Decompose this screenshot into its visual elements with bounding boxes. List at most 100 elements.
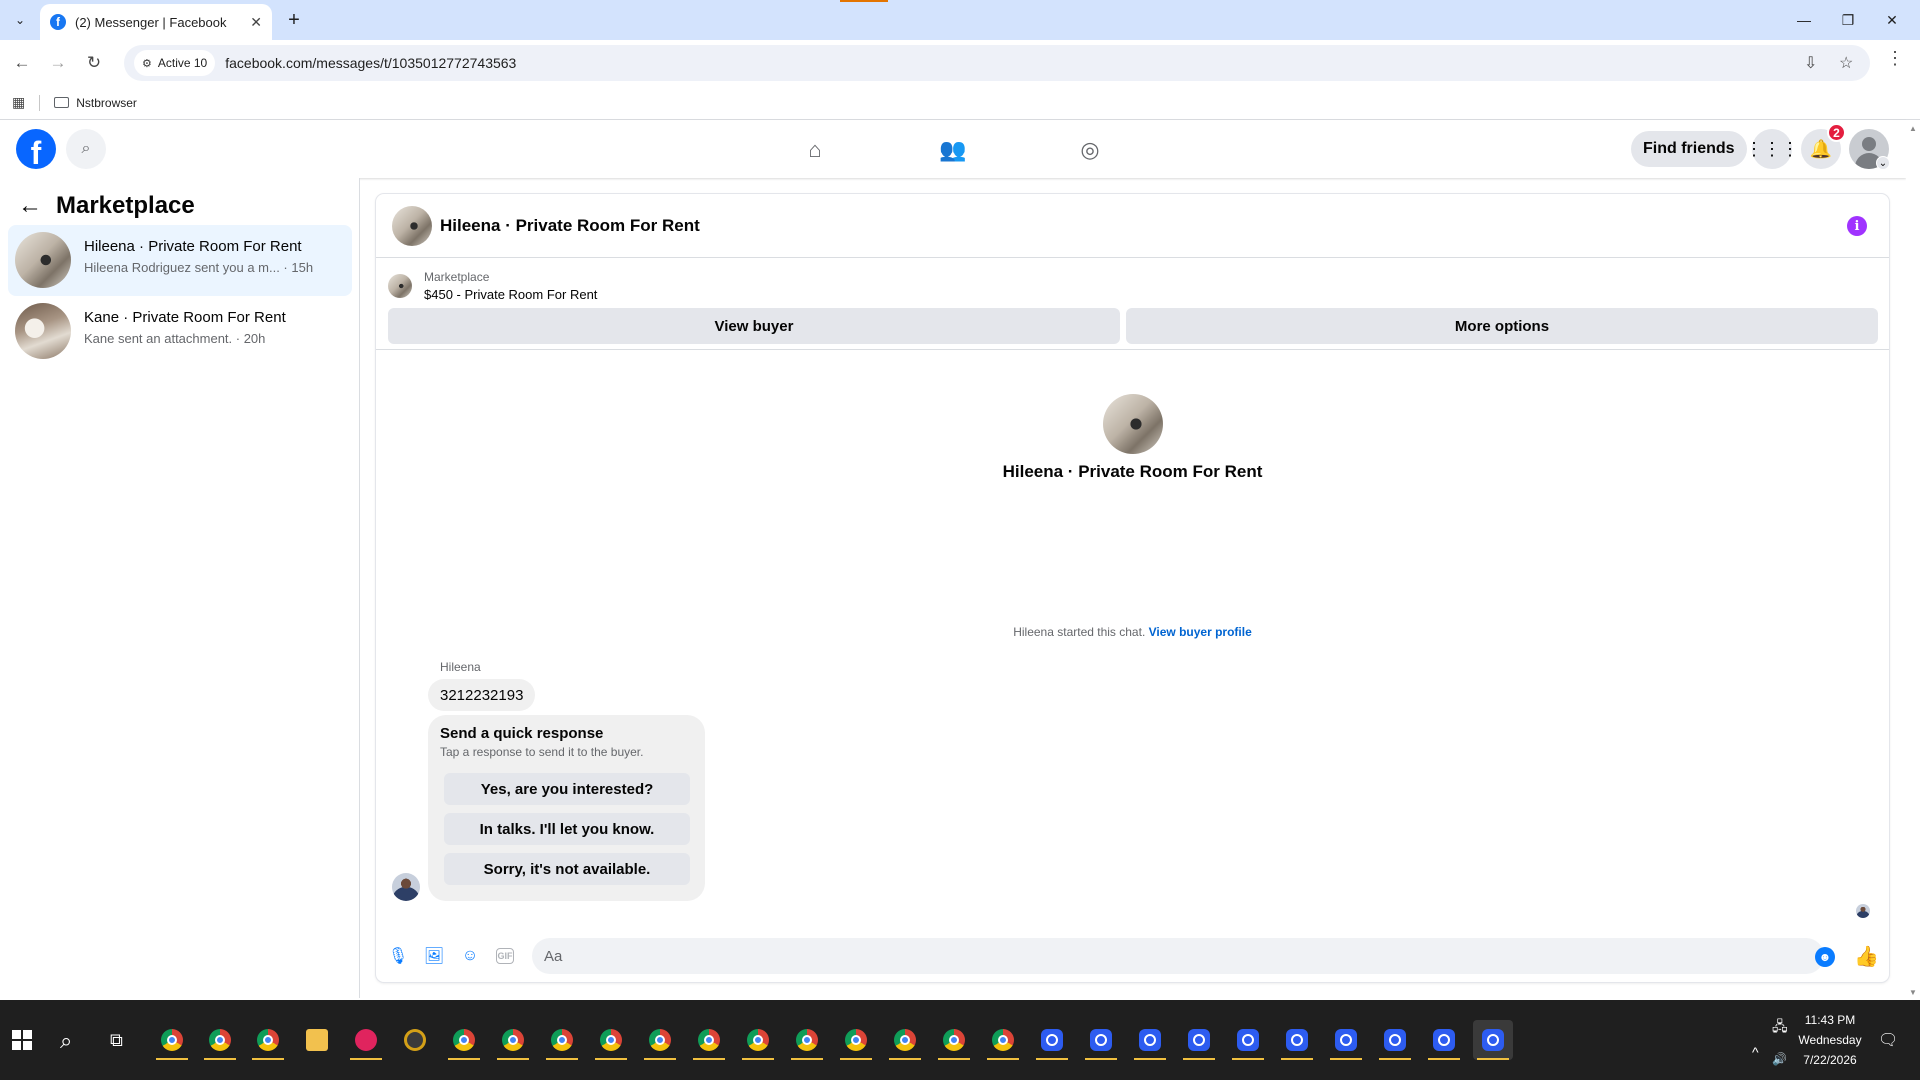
url-text[interactable]: facebook.com/messages/t/1035012772743563: [225, 55, 516, 71]
browser-menu-icon[interactable]: ⋮: [1886, 48, 1904, 69]
scroll-down-arrow-icon[interactable]: ▼: [1909, 988, 1917, 997]
view-buyer-profile-link[interactable]: View buyer profile: [1149, 625, 1252, 639]
chat-title[interactable]: Hileena · Private Room For Rent: [440, 216, 700, 236]
taskbar-chrome-icon[interactable]: [248, 1020, 288, 1060]
install-app-icon[interactable]: ⇩: [1804, 53, 1817, 73]
xbox-icon: [404, 1029, 426, 1051]
running-indicator: [938, 1058, 970, 1060]
restore-icon[interactable]: ❐: [1826, 6, 1870, 34]
nstbrowser-icon: [1090, 1029, 1112, 1051]
apps-grid-icon[interactable]: ▦: [12, 94, 25, 111]
reload-icon[interactable]: ↻: [82, 51, 106, 75]
microphone-icon[interactable]: 🎙: [388, 946, 408, 966]
conversation-name: Hileena · Private Room For Rent: [84, 238, 302, 255]
taskbar-chrome-icon[interactable]: [934, 1020, 974, 1060]
gif-icon[interactable]: GIF: [496, 948, 514, 964]
taskbar-file-explorer-icon[interactable]: [297, 1020, 337, 1060]
taskbar-nstbrowser-icon[interactable]: [1130, 1020, 1170, 1060]
friends-icon[interactable]: 👥: [937, 134, 969, 166]
taskbar-chrome-icon[interactable]: [983, 1020, 1023, 1060]
thumbs-up-icon[interactable]: 👍: [1854, 944, 1879, 969]
back-arrow-icon[interactable]: ←: [10, 51, 34, 75]
quick-reply-interested[interactable]: Yes, are you interested?: [444, 773, 690, 805]
sticker-icon[interactable]: ☺: [460, 946, 480, 966]
taskbar-chrome-icon[interactable]: [836, 1020, 876, 1060]
windows-start-icon[interactable]: [12, 1030, 32, 1050]
window-close-icon[interactable]: ✕: [1870, 6, 1914, 34]
taskbar-chrome-icon[interactable]: [444, 1020, 484, 1060]
photo-icon[interactable]: 🖼: [424, 946, 444, 966]
forward-arrow-icon[interactable]: →: [46, 51, 70, 75]
taskbar-nstbrowser-icon-active[interactable]: [1473, 1020, 1513, 1060]
network-icon[interactable]: 🖧: [1772, 1016, 1788, 1040]
tab-search-chevron-icon[interactable]: ⌄: [8, 8, 32, 32]
taskbar-chrome-icon[interactable]: [640, 1020, 680, 1060]
taskbar-chrome-icon[interactable]: [493, 1020, 533, 1060]
tray-chevron-up-icon[interactable]: ^: [1752, 1044, 1759, 1060]
chrome-icon: [502, 1029, 524, 1051]
conversation-item-kane[interactable]: Kane · Private Room For Rent Kane sent a…: [8, 296, 352, 367]
taskbar-chrome-icon[interactable]: [689, 1020, 729, 1060]
taskbar-media-icon[interactable]: [346, 1020, 386, 1060]
quick-reply-in-talks[interactable]: In talks. I'll let you know.: [444, 813, 690, 845]
back-arrow-icon[interactable]: ←: [18, 192, 42, 220]
taskbar-chrome-icon[interactable]: [738, 1020, 778, 1060]
taskbar-chrome-icon[interactable]: [591, 1020, 631, 1060]
running-indicator: [791, 1058, 823, 1060]
nstbrowser-icon: [1237, 1029, 1259, 1051]
taskbar-nstbrowser-icon[interactable]: [1179, 1020, 1219, 1060]
menu-grid-icon[interactable]: ⋮⋮⋮: [1745, 129, 1799, 169]
taskbar-search-icon[interactable]: ⌕: [60, 1028, 72, 1054]
running-indicator: [987, 1058, 1019, 1060]
more-options-button[interactable]: More options: [1126, 308, 1878, 344]
browser-tab-messenger[interactable]: f (2) Messenger | Facebook ✕: [40, 4, 272, 40]
info-icon[interactable]: i: [1847, 216, 1867, 236]
listing-bar: Marketplace $450 - Private Room For Rent…: [376, 258, 1889, 350]
taskbar-chrome-icon[interactable]: [885, 1020, 925, 1060]
taskbar-nstbrowser-icon[interactable]: [1277, 1020, 1317, 1060]
taskbar-clock[interactable]: 11:43 PM Wednesday 7/22/2026: [1795, 1010, 1865, 1070]
chat-listing-avatar[interactable]: [392, 206, 432, 246]
message-input[interactable]: [532, 938, 1824, 974]
taskbar-nstbrowser-icon[interactable]: [1081, 1020, 1121, 1060]
new-tab-plus-icon[interactable]: +: [282, 8, 306, 32]
conversation-item-hileena[interactable]: Hileena · Private Room For Rent Hileena …: [8, 225, 352, 296]
running-indicator: [1183, 1058, 1215, 1060]
site-info-chip[interactable]: ⚙ Active 10: [134, 50, 216, 76]
message-bubble[interactable]: 3212232193: [428, 679, 536, 711]
home-icon[interactable]: ⌂: [799, 134, 831, 166]
taskbar-chrome-icon[interactable]: [200, 1020, 240, 1060]
bookmark-star-icon[interactable]: ☆: [1839, 53, 1853, 73]
account-chevron-down-icon[interactable]: ⌄: [1876, 156, 1890, 170]
running-indicator: [1477, 1058, 1509, 1060]
tab-close-icon[interactable]: ✕: [250, 14, 262, 31]
sender-avatar[interactable]: [392, 873, 420, 901]
find-friends-button[interactable]: Find friends: [1631, 131, 1747, 167]
folder-icon: [306, 1029, 328, 1051]
taskbar-chrome-icon[interactable]: [787, 1020, 827, 1060]
notification-center-icon[interactable]: 🗨: [1878, 1030, 1898, 1050]
task-view-icon[interactable]: ⧉: [110, 1030, 123, 1051]
page-scrollbar[interactable]: ▲ ▼: [1906, 120, 1920, 1000]
emoji-icon[interactable]: ☻: [1815, 947, 1835, 967]
scroll-up-arrow-icon[interactable]: ▲: [1909, 124, 1917, 133]
bookmark-folder-nstbrowser[interactable]: Nstbrowser: [76, 96, 137, 110]
taskbar-chrome-icon[interactable]: [542, 1020, 582, 1060]
taskbar-xbox-icon[interactable]: [395, 1020, 435, 1060]
taskbar-nstbrowser-icon[interactable]: [1326, 1020, 1366, 1060]
taskbar-nstbrowser-icon[interactable]: [1228, 1020, 1268, 1060]
taskbar-nstbrowser-icon[interactable]: [1375, 1020, 1415, 1060]
taskbar-nstbrowser-icon[interactable]: [1032, 1020, 1072, 1060]
volume-icon[interactable]: 🔊: [1772, 1052, 1787, 1066]
address-bar[interactable]: ⚙ Active 10 facebook.com/messages/t/1035…: [124, 45, 1870, 81]
started-text: Hileena started this chat.: [1013, 625, 1146, 639]
minimize-icon[interactable]: —: [1782, 6, 1826, 34]
facebook-logo-icon[interactable]: f: [16, 129, 56, 169]
running-indicator: [1085, 1058, 1117, 1060]
groups-icon[interactable]: ◎: [1074, 134, 1106, 166]
taskbar-nstbrowser-icon[interactable]: [1424, 1020, 1464, 1060]
search-icon[interactable]: ⌕: [66, 129, 106, 169]
view-buyer-button[interactable]: View buyer: [388, 308, 1120, 344]
taskbar-chrome-icon[interactable]: [152, 1020, 192, 1060]
quick-reply-not-available[interactable]: Sorry, it's not available.: [444, 853, 690, 885]
